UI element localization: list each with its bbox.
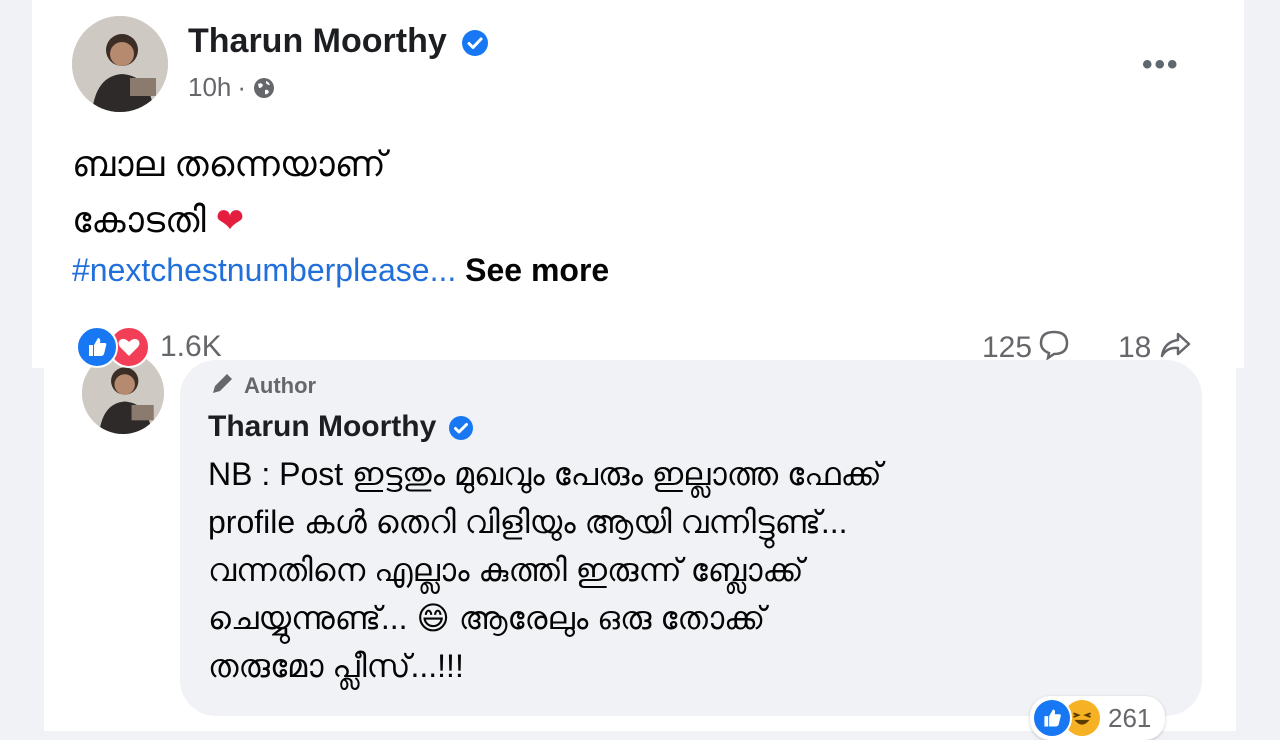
verified-badge-icon: [448, 416, 473, 441]
more-options-icon[interactable]: •••: [1142, 48, 1180, 82]
hashtag-link[interactable]: #nextchestnumberplease...: [72, 252, 456, 288]
grin-emoji-icon: 😄: [416, 600, 450, 636]
comment-line-4: ചെയ്യുന്നുണ്ട്... 😄 ആരേലും ഒരു തോക്ക്: [208, 594, 1188, 642]
comment-author-name-text[interactable]: Tharun Moorthy: [208, 410, 436, 443]
comment-reactions[interactable]: 261: [1030, 696, 1166, 740]
comment-line-3: വന്നതിനെ എല്ലാം കുത്തി ഇരുന്ന് ബ്ലോക്ക്: [208, 552, 804, 588]
meta-separator: ·: [237, 72, 247, 102]
comment-line-4b: ആരേലും ഒരു തോക്ക്: [458, 600, 766, 636]
post-meta: 10h ·: [188, 72, 276, 103]
like-reaction-icon: [76, 326, 118, 368]
post-time[interactable]: 10h: [188, 72, 231, 103]
heart-emoji-icon: ❤: [215, 202, 245, 240]
like-reaction-icon: [1032, 698, 1072, 738]
post-author-name-text[interactable]: Tharun Moorthy: [188, 22, 447, 60]
verified-badge-icon: [462, 30, 489, 57]
post-text: ബാല തന്നെയാണ് കോടതി ❤: [72, 136, 386, 249]
page-background-right: [1244, 0, 1280, 731]
globe-icon: [252, 76, 276, 100]
comment-line-1: NB : Post ഇട്ടതും മുഖവും പേരും ഇല്ലാത്ത …: [208, 456, 882, 492]
hashtag-row: #nextchestnumberplease... See more: [72, 252, 609, 289]
comment-line-4a: ചെയ്യുന്നുണ്ട്...: [208, 600, 408, 636]
author-pen-icon: [208, 368, 238, 404]
post-author-name[interactable]: Tharun Moorthy: [188, 22, 489, 61]
author-badge-label: Author: [244, 373, 317, 398]
post-reaction-count[interactable]: 1.6K: [160, 330, 222, 364]
post-text-line-2-wrap: കോടതി ❤: [72, 192, 386, 249]
comment-text: NB : Post ഇട്ടതും മുഖവും പേരും ഇല്ലാത്ത …: [208, 450, 1188, 690]
see-more-button[interactable]: See more: [465, 252, 609, 288]
post-author-avatar[interactable]: [72, 16, 168, 112]
comment-reaction-count[interactable]: 261: [1108, 703, 1151, 734]
author-badge: Author: [208, 368, 316, 404]
post-text-line-1: ബാല തന്നെയാണ്: [72, 143, 386, 184]
comment-author-name[interactable]: Tharun Moorthy: [208, 410, 473, 444]
comment-line-2: profile കൾ തെറി വിളിയും ആയി വന്നിട്ടുണ്ട…: [208, 504, 848, 540]
comment-line-5: തരുമോ പ്ലീസ്...!!!: [208, 648, 464, 684]
page-background-left: [0, 0, 32, 731]
post-text-line-2: കോടതി: [72, 199, 206, 240]
